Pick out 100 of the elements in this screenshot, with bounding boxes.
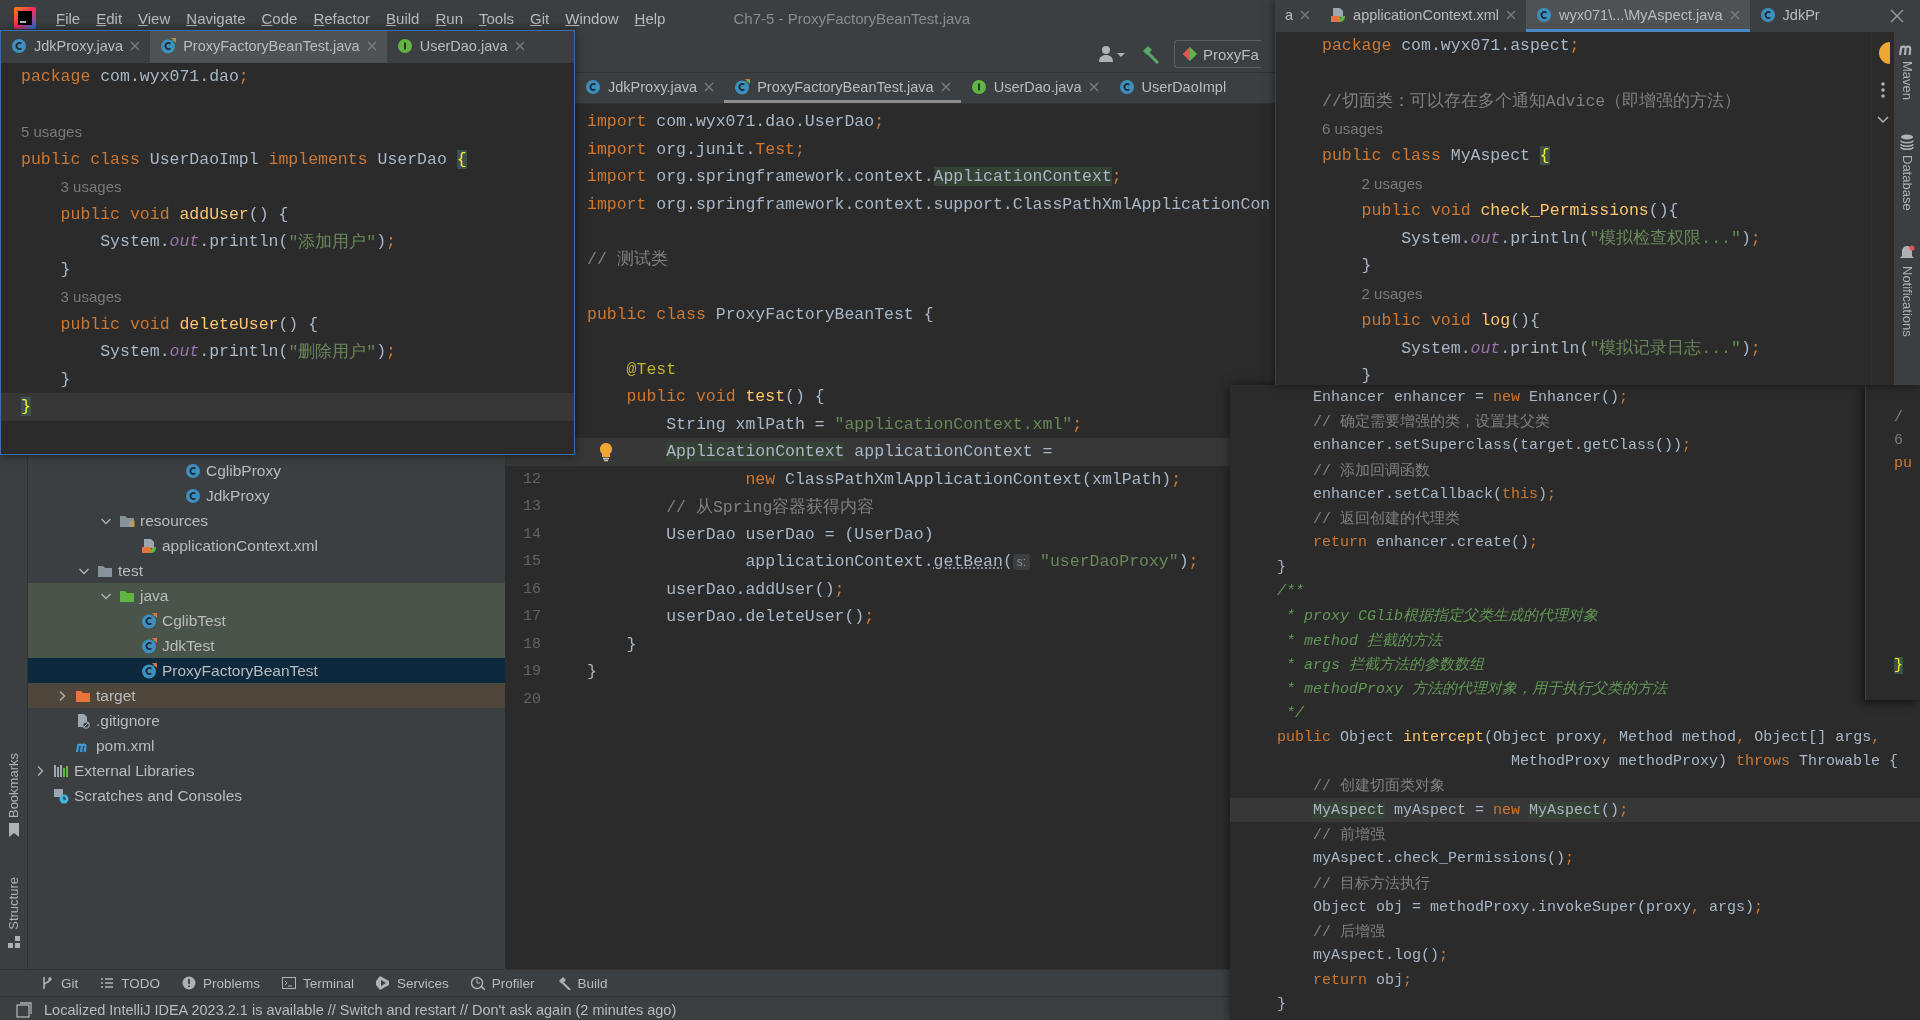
- xml-file-icon: [141, 537, 157, 554]
- editor-tab[interactable]: a: [1275, 0, 1321, 32]
- editor-tab[interactable]: wyx071\...\MyAspect.java: [1525, 0, 1750, 32]
- menu-item[interactable]: Refactor: [305, 9, 379, 27]
- usages-hint: 3 usages: [59, 287, 122, 307]
- code-line: }: [1277, 558, 1286, 576]
- editor-tab[interactable]: UserDao.java: [960, 73, 1109, 103]
- tree-item[interactable]: resources: [28, 508, 505, 533]
- play-icon: [376, 976, 391, 990]
- code-line: import org.springframework.context.ApplicationContext;: [587, 167, 1122, 187]
- test-class-icon: [141, 662, 157, 679]
- java-class-icon: [585, 78, 601, 95]
- code-line: public void test() {: [625, 387, 825, 407]
- code-line: }: [1277, 996, 1286, 1014]
- tool-window-button[interactable]: Structure: [6, 877, 21, 930]
- java-class-icon: [185, 462, 201, 479]
- tree-item[interactable]: java: [28, 583, 505, 608]
- ignore-file-icon: [75, 712, 91, 729]
- menu-item[interactable]: View: [130, 9, 179, 27]
- database-icon: [1900, 134, 1914, 151]
- menu-item[interactable]: Navigate: [178, 9, 254, 27]
- tree-item[interactable]: applicationContext.xml: [28, 533, 505, 558]
- usages-hint: 2 usages: [1360, 173, 1423, 193]
- tree-item[interactable]: target: [28, 683, 505, 708]
- editor-tab[interactable]: UserDao.java: [386, 31, 535, 63]
- app-logo-icon: [14, 7, 36, 29]
- tool-window-button[interactable]: Bookmarks: [6, 753, 21, 819]
- java-class-icon: [1535, 6, 1552, 23]
- tool-window-button[interactable]: Profiler: [470, 975, 535, 991]
- menu-item[interactable]: Code: [253, 9, 306, 27]
- tree-item[interactable]: pom.xml: [28, 733, 505, 758]
- editor-tab[interactable]: JdkPr: [1749, 0, 1830, 32]
- line-number: 16: [522, 580, 542, 598]
- more-icon: [1881, 82, 1885, 98]
- menu-item[interactable]: Help: [626, 9, 674, 27]
- editor-tab[interactable]: ProxyFactoryBeanTest.java: [150, 31, 387, 63]
- code-line: }: [625, 634, 637, 654]
- profiler-icon: [470, 976, 485, 990]
- tool-window-button[interactable]: Database: [1899, 155, 1915, 211]
- menu-item[interactable]: Git: [522, 9, 558, 27]
- code-line: }: [587, 662, 597, 682]
- code-fragment: /: [1894, 409, 1904, 426]
- menu-item[interactable]: Tools: [471, 9, 523, 27]
- tree-item[interactable]: JdkTest: [28, 633, 505, 658]
- usages-hint: 2 usages: [1360, 283, 1423, 303]
- tree-item[interactable]: test: [28, 558, 505, 583]
- line-number: 20: [522, 690, 542, 708]
- run-configuration[interactable]: ProxyFa: [1174, 40, 1261, 68]
- menu-item[interactable]: Run: [427, 9, 471, 27]
- code-line: System.out.println("模拟记录日志...");: [1400, 337, 1761, 360]
- tool-window-button[interactable]: Problems: [182, 975, 261, 991]
- line-number: 13: [522, 498, 542, 516]
- menu-item[interactable]: Build: [378, 9, 428, 27]
- close-icon: [1890, 9, 1904, 23]
- code-line: import org.junit.Test;: [587, 139, 805, 159]
- code-line: import com.wyx071.dao.UserDao;: [587, 112, 885, 132]
- line-number: 12: [522, 470, 542, 488]
- tool-window-button[interactable]: Notifications: [1899, 265, 1915, 337]
- editor-tab[interactable]: JdkProxy.java: [575, 73, 725, 103]
- code-line: public void addUser() {: [59, 204, 289, 224]
- tree-item[interactable]: CglibProxy: [28, 458, 505, 483]
- chevron-down-icon: [1877, 116, 1889, 124]
- editor-tab[interactable]: UserDaoImpl: [1108, 73, 1237, 103]
- java-class-icon: [11, 37, 27, 54]
- tool-window-button[interactable]: Git: [40, 975, 79, 991]
- editor-tab[interactable]: JdkProxy.java: [1, 31, 151, 63]
- editor-tab[interactable]: applicationContext.xml: [1320, 0, 1526, 32]
- code-line: // 后增强: [1312, 922, 1386, 942]
- user-icon: [1098, 45, 1126, 63]
- tree-item[interactable]: External Libraries: [28, 758, 505, 783]
- code-line: System.out.println("添加用户");: [99, 231, 396, 253]
- menu-item[interactable]: Edit: [88, 9, 131, 27]
- code-line: System.out.println("删除用户");: [99, 341, 396, 363]
- tree-item[interactable]: .gitignore: [28, 708, 505, 733]
- code-line: @Test: [625, 359, 677, 379]
- code-line: applicationContext.getBean( s: "userDaoProxy");: [744, 552, 1199, 572]
- code-line: // 添加回调函数: [1312, 461, 1431, 480]
- code-line: }: [59, 259, 71, 279]
- line-number: 15: [522, 553, 542, 571]
- tool-window-button[interactable]: Build: [556, 975, 608, 991]
- code-fragment: 6: [1894, 432, 1904, 449]
- menu-item[interactable]: Window: [557, 9, 627, 27]
- tool-window-button[interactable]: TODO: [100, 975, 161, 991]
- code-line: return enhancer.create();: [1312, 534, 1539, 552]
- code-line: public class ProxyFactoryBeanTest {: [587, 304, 934, 324]
- tool-window-button[interactable]: Terminal: [282, 975, 355, 991]
- menu-item[interactable]: File: [48, 9, 89, 27]
- code-line: // 测试类: [587, 249, 668, 271]
- code-line: // 返回创建的代理类: [1312, 509, 1461, 529]
- tree-item[interactable]: Scratches and Consoles: [28, 783, 505, 808]
- tool-window-button[interactable]: Services: [376, 975, 449, 991]
- tree-item[interactable]: ProxyFactoryBeanTest: [28, 658, 505, 683]
- bookmark-icon: [7, 823, 20, 838]
- code-line: String xmlPath = "applicationContext.xml";: [665, 414, 1083, 434]
- library-icon: [53, 762, 69, 779]
- tree-item[interactable]: CglibTest: [28, 608, 505, 633]
- code-line: public void check_Permissions(){: [1360, 201, 1679, 221]
- java-class-icon: [1118, 78, 1135, 95]
- tool-window-button[interactable]: Maven: [1899, 61, 1915, 101]
- tree-item[interactable]: JdkProxy: [28, 483, 505, 508]
